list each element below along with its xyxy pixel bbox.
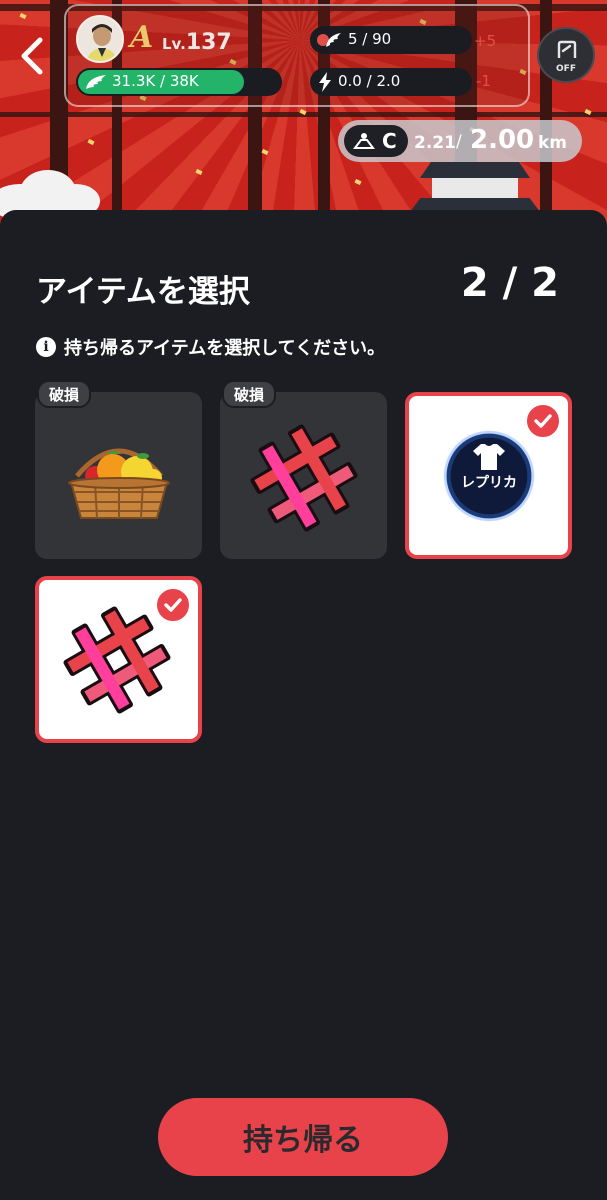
selected-check [524, 402, 562, 440]
speed-bar: 0.0 / 2.0 [310, 68, 472, 96]
energy-text: 31.3K / 38K [112, 72, 199, 90]
hashtag-icon [250, 424, 358, 532]
check-icon [534, 414, 552, 428]
damaged-tag: 破損 [222, 380, 277, 408]
sheet-title: アイテムを選択 [36, 274, 250, 310]
distance-pill: C 2.21 / 2.00 km [338, 120, 582, 162]
winged-heart-icon [317, 33, 341, 47]
player-level: Lv.137 [162, 30, 232, 55]
selection-count: 2 / 2 [460, 260, 559, 306]
back-button[interactable] [12, 32, 52, 80]
gauge-icon [557, 40, 577, 58]
auto-toggle-button[interactable]: OFF [537, 27, 595, 83]
walker-icon [353, 133, 375, 149]
wing-icon [86, 75, 106, 89]
instruction: i 持ち帰るアイテムを選択してください。 [36, 334, 385, 360]
check-icon [164, 598, 182, 612]
selected-check [154, 586, 192, 624]
item-card-fruit-basket[interactable]: 破損 [35, 380, 202, 559]
level-value: 137 [185, 30, 232, 55]
replica-label: レプリカ [461, 475, 517, 491]
avatar[interactable] [76, 15, 124, 63]
fruit-basket-icon [68, 448, 170, 519]
shirt-icon [473, 444, 505, 470]
take-home-button[interactable]: 持ち帰る [158, 1098, 448, 1176]
screen: A Lv.137 31.3K / 38K 5 / 90 +5 0.0 / 2.0… [0, 0, 607, 1200]
distance-goal: 2.00 [470, 125, 535, 155]
stamina-bar: 5 / 90 [310, 26, 472, 54]
replica-badge: レプリカ [441, 428, 537, 524]
chevron-left-icon [21, 37, 43, 75]
distance-current: 2.21 [414, 133, 456, 153]
energy-bar: 31.3K / 38K [76, 68, 282, 96]
toggle-label: OFF [556, 64, 576, 74]
status-panel: A Lv.137 31.3K / 38K 5 / 90 +5 0.0 / 2.0… [64, 4, 530, 107]
speed-text: 0.0 / 2.0 [338, 72, 401, 90]
damaged-tag: 破損 [37, 380, 92, 408]
distance-unit: km [538, 133, 568, 153]
take-home-label: 持ち帰る [243, 1123, 363, 1158]
info-icon: i [36, 337, 56, 357]
item-card-replica-shirt[interactable]: レプリカ [405, 392, 572, 559]
hashtag-icon [63, 606, 171, 714]
distance-separator: / [456, 132, 462, 152]
level-prefix: Lv. [162, 35, 186, 53]
item-card-hashtag-selected[interactable] [35, 576, 202, 743]
stamina-delta: +5 [474, 32, 497, 50]
item-select-sheet: アイテムを選択 2 / 2 i 持ち帰るアイテムを選択してください。 破損 破損… [0, 210, 607, 1200]
lightning-icon [319, 72, 331, 92]
stamina-text: 5 / 90 [348, 30, 392, 48]
grade-text: C [382, 129, 397, 153]
item-card-hashtag[interactable]: 破損 [220, 380, 387, 559]
instruction-text: 持ち帰るアイテムを選択してください。 [64, 338, 386, 359]
speed-delta: -1 [476, 72, 491, 90]
grade-badge: C [344, 125, 408, 157]
rank-badge: A [130, 20, 154, 55]
